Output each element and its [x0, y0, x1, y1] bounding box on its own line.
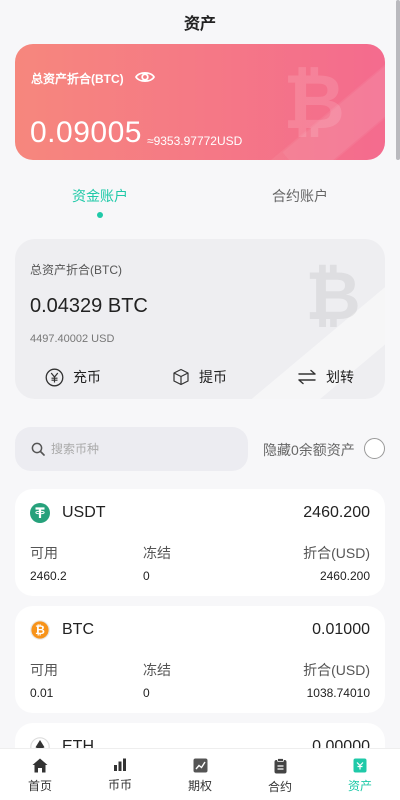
box-icon	[173, 368, 189, 386]
account-usd-value: 4497.40002 USD	[30, 333, 115, 345]
nav-label: 资产	[347, 779, 372, 793]
active-tab-indicator	[97, 212, 103, 218]
svg-text:₿: ₿	[35, 623, 45, 637]
asset-total: 2460.200	[303, 504, 370, 521]
tab-funding-account[interactable]: 资金账户	[0, 186, 200, 206]
available-header: 可用	[30, 662, 58, 678]
value-usd: 2460.200	[319, 569, 370, 583]
bitcoin-icon: ₿	[30, 620, 50, 640]
svg-text:₿: ₿	[305, 259, 360, 327]
svg-text:₿: ₿	[283, 62, 345, 138]
transfer-arrows-icon	[298, 369, 316, 385]
nav-item-assets[interactable]: 资产	[320, 749, 400, 800]
wallet-icon	[353, 758, 367, 773]
tether-icon	[30, 503, 50, 523]
deposit-label: 充币	[73, 369, 101, 385]
available-value: 2460.2	[30, 569, 67, 583]
eye-icon[interactable]	[135, 70, 155, 84]
hide-zero-balance-label[interactable]: 隐藏0余额资产	[263, 440, 355, 460]
asset-card-btc[interactable]: ₿ BTC 0.01000 可用 冻结 折合(USD) 0.01 0 1038.…	[15, 606, 385, 713]
page-scrollbar[interactable]	[396, 0, 400, 160]
nav-label: 期权	[187, 779, 212, 793]
total-assets-card: ₿ 总资产折合(BTC) 0.09005 ≈9353.97772USD	[15, 44, 385, 160]
frozen-header: 冻结	[143, 662, 171, 678]
deposit-button[interactable]: 充币	[45, 367, 101, 387]
withdraw-label: 提币	[199, 369, 227, 385]
search-icon	[31, 442, 45, 456]
nav-item-spot[interactable]: 币币	[80, 749, 160, 800]
asset-symbol: BTC	[62, 621, 94, 638]
asset-card-usdt[interactable]: USDT 2460.200 可用 冻结 折合(USD) 2460.2 0 246…	[15, 489, 385, 596]
nav-item-contract[interactable]: 合约	[240, 749, 320, 800]
bitcoin-watermark-icon: ₿	[305, 259, 360, 327]
frozen-value: 0	[143, 569, 150, 583]
available-header: 可用	[30, 545, 58, 561]
total-usd-value: ≈9353.97772USD	[147, 134, 243, 148]
transfer-button[interactable]: 划转	[297, 367, 354, 387]
account-summary-card: ₿ 总资产折合(BTC) 0.04329 BTC 4497.40002 USD …	[15, 239, 385, 399]
yen-circle-icon	[45, 368, 64, 386]
bitcoin-watermark-icon: ₿	[283, 62, 345, 138]
available-value: 0.01	[30, 686, 54, 700]
page-title: 资产	[183, 16, 216, 33]
value-usd-header: 折合(USD)	[303, 662, 370, 678]
account-assets-label: 总资产折合(BTC)	[30, 263, 122, 277]
withdraw-button[interactable]: 提币	[172, 367, 227, 387]
nav-label: 合约	[267, 780, 292, 794]
transfer-label: 划转	[326, 369, 354, 385]
search-box	[15, 427, 248, 471]
nav-label: 币币	[107, 778, 132, 792]
nav-item-options[interactable]: 期权	[160, 749, 240, 800]
bar-chart-icon	[114, 758, 126, 771]
asset-total: 0.01000	[312, 621, 370, 638]
total-btc-value: 0.09005	[30, 116, 142, 149]
value-usd-header: 折合(USD)	[303, 545, 370, 561]
search-input[interactable]	[51, 442, 231, 456]
trend-chart-icon	[193, 758, 207, 773]
tab-contract-account[interactable]: 合约账户	[200, 186, 400, 206]
clipboard-icon	[274, 758, 286, 774]
total-assets-label: 总资产折合(BTC)	[31, 72, 124, 86]
nav-label: 首页	[27, 779, 52, 793]
account-btc-value: 0.04329 BTC	[30, 295, 148, 317]
home-icon	[32, 758, 48, 773]
bottom-nav: 首页 币币 期权 合约 资产	[0, 748, 400, 800]
asset-symbol: USDT	[62, 504, 106, 521]
page-header: 资产	[0, 0, 400, 44]
frozen-value: 0	[143, 686, 150, 700]
hide-zero-balance-checkbox[interactable]	[364, 438, 385, 459]
nav-item-home[interactable]: 首页	[0, 749, 80, 800]
frozen-header: 冻结	[143, 545, 171, 561]
value-usd: 1038.74010	[306, 686, 370, 700]
account-tabs: 资金账户 合约账户	[0, 186, 400, 218]
